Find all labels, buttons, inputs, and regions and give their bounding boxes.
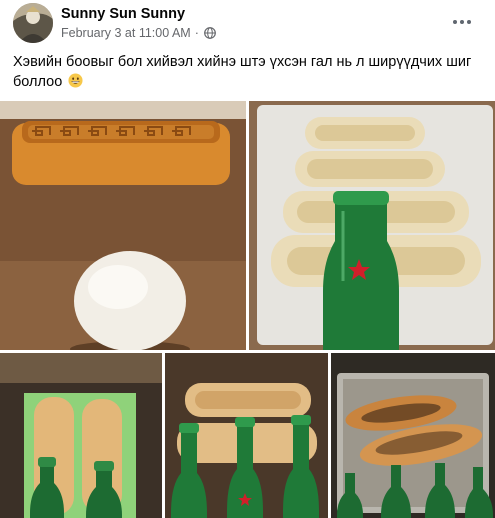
photo-baking-with-bottles[interactable]: [165, 353, 328, 518]
globe-icon[interactable]: [203, 27, 216, 39]
photo-baked-pastry[interactable]: [331, 353, 495, 518]
photo-image: [0, 353, 162, 518]
meta-separator: ·: [194, 26, 199, 40]
photo-image: [249, 101, 495, 350]
more-dot: [467, 20, 471, 24]
author-name[interactable]: Sunny Sun Sunny: [61, 6, 185, 22]
photo-wooden-mold-and-dough[interactable]: [0, 101, 246, 350]
photo-image: [331, 353, 495, 518]
post-timestamp[interactable]: February 3 at 11:00 AM: [61, 26, 191, 40]
avatar[interactable]: [13, 3, 53, 43]
facebook-post: Sunny Sun Sunny February 3 at 11:00 AM ·…: [0, 0, 495, 518]
post-meta: February 3 at 11:00 AM ·: [61, 26, 216, 40]
photo-image: [0, 101, 246, 350]
photo-shaped-dough-in-tray[interactable]: [249, 101, 495, 350]
avatar-image: [13, 3, 53, 43]
more-horizontal-icon: [453, 20, 457, 24]
post-caption: Хэвийн боовыг бол хийвэл хийнэ штэ үхсэн…: [13, 52, 483, 92]
photo-dough-on-board[interactable]: [0, 353, 162, 518]
photo-image: [165, 353, 328, 518]
more-dot: [460, 20, 464, 24]
grinning-face-emoji-icon: [68, 73, 83, 88]
more-options-button[interactable]: [450, 12, 474, 32]
